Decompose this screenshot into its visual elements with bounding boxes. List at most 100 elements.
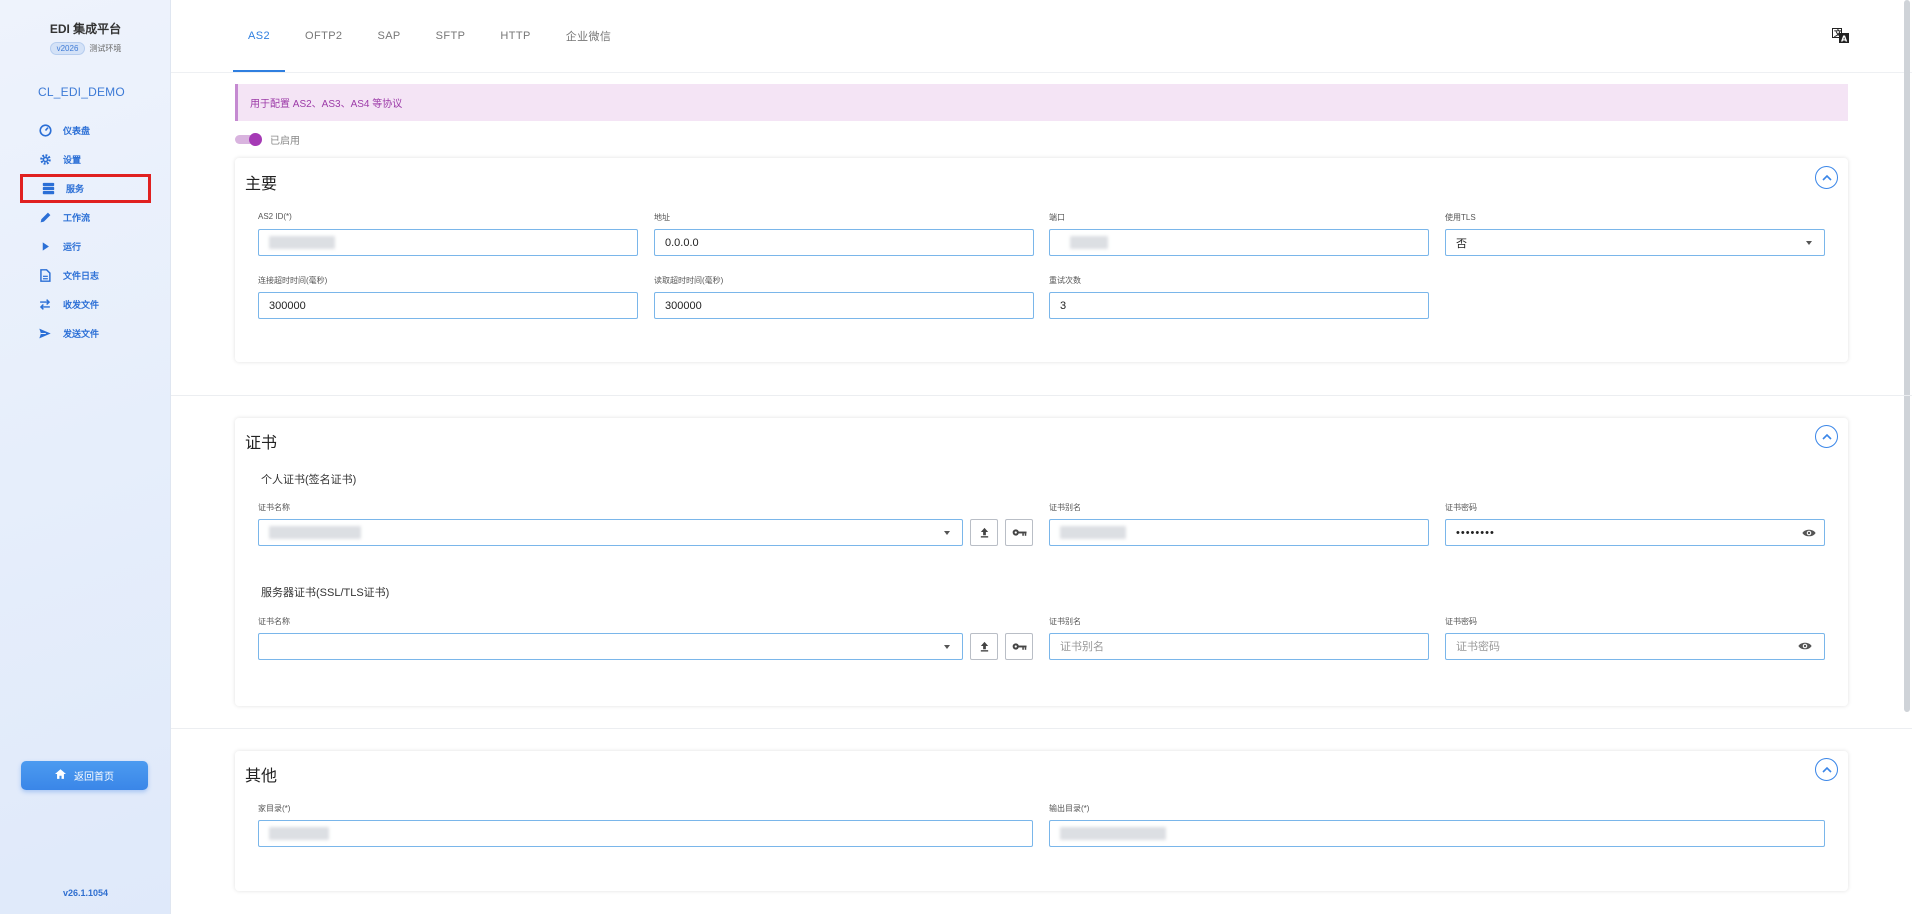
key-personal-cert-button[interactable] bbox=[1005, 519, 1033, 546]
personal-cert-alias-label: 证书别名 bbox=[1049, 503, 1081, 512]
collapse-cert-button[interactable] bbox=[1815, 425, 1838, 448]
sidebar-item-services[interactable]: 服务 bbox=[20, 174, 151, 203]
section-divider bbox=[171, 728, 1912, 729]
sidebar-item-label: 设置 bbox=[63, 155, 82, 165]
send-icon bbox=[38, 327, 52, 341]
server-cert-password-label: 证书密码 bbox=[1445, 617, 1477, 626]
brand-subtitle: v2026 测试环境 bbox=[0, 42, 171, 55]
sidebar: EDI 集成平台 v2026 测试环境 CL_EDI_DEMO 仪表盘 设置 服… bbox=[0, 0, 171, 914]
personal-cert-password-label: 证书密码 bbox=[1445, 503, 1477, 512]
personal-cert-password-value: •••••••• bbox=[1456, 526, 1495, 539]
tab-http[interactable]: HTTP bbox=[485, 0, 545, 72]
personal-cert-title: 个人证书(签名证书) bbox=[261, 474, 357, 486]
server-cert-alias-input[interactable] bbox=[1049, 633, 1429, 660]
svg-text:A: A bbox=[1841, 35, 1848, 44]
read-timeout-input[interactable]: 300000 bbox=[654, 292, 1034, 319]
use-tls-value: 否 bbox=[1456, 237, 1467, 250]
sidebar-item-label: 收发文件 bbox=[63, 300, 100, 310]
personal-cert-name-select[interactable] bbox=[258, 519, 963, 546]
sidebar-item-label: 工作流 bbox=[63, 213, 91, 223]
address-label: 地址 bbox=[654, 213, 670, 222]
personal-cert-name-label: 证书名称 bbox=[258, 503, 290, 512]
cert-section-title: 证书 bbox=[245, 435, 278, 452]
sidebar-item-file-logs[interactable]: 文件日志 bbox=[20, 261, 151, 290]
personal-cert-password-input[interactable]: •••••••• bbox=[1445, 519, 1825, 546]
back-home-label: 返回首页 bbox=[74, 772, 114, 783]
connect-timeout-label: 连接超时时间(毫秒) bbox=[258, 276, 328, 285]
environment-label: 测试环境 bbox=[89, 44, 122, 53]
upload-personal-cert-button[interactable] bbox=[970, 519, 998, 546]
swap-icon bbox=[38, 298, 52, 312]
port-input[interactable] bbox=[1049, 229, 1429, 256]
tenant-name: CL_EDI_DEMO bbox=[38, 85, 125, 99]
tab-sap[interactable]: SAP bbox=[362, 0, 415, 72]
other-settings-card: 其他 家目录(*) 输出目录(*) bbox=[235, 751, 1848, 891]
tab-wecom[interactable]: 企业微信 bbox=[551, 0, 627, 72]
output-dir-input[interactable] bbox=[1049, 820, 1825, 847]
enabled-toggle[interactable] bbox=[235, 133, 262, 146]
read-timeout-label: 读取超时时间(毫秒) bbox=[654, 276, 724, 285]
eye-icon bbox=[1798, 642, 1812, 650]
sidebar-item-transfer-files[interactable]: 收发文件 bbox=[20, 290, 151, 319]
upload-icon bbox=[980, 527, 988, 538]
chevron-down-icon bbox=[944, 531, 950, 535]
tabs-divider bbox=[171, 72, 1912, 73]
port-label: 端口 bbox=[1049, 213, 1065, 222]
scrollbar[interactable] bbox=[1904, 0, 1910, 712]
app-version: v26.1.1054 bbox=[62, 888, 109, 898]
connect-timeout-input[interactable]: 300000 bbox=[258, 292, 638, 319]
retry-count-label: 重试次数 bbox=[1049, 276, 1081, 285]
info-alert: 用于配置 AS2、AS3、AS4 等协议 bbox=[235, 84, 1848, 121]
sidebar-item-label: 仪表盘 bbox=[63, 126, 91, 136]
enabled-toggle-label: 已启用 bbox=[270, 136, 300, 147]
retry-count-input[interactable]: 3 bbox=[1049, 292, 1429, 319]
collapse-other-button[interactable] bbox=[1815, 758, 1838, 781]
upload-server-cert-button[interactable] bbox=[970, 633, 998, 660]
translate-icon[interactable]: 文 A bbox=[1832, 28, 1850, 44]
chevron-up-icon bbox=[1821, 174, 1832, 181]
eye-icon bbox=[1802, 529, 1816, 537]
home-icon bbox=[55, 769, 66, 782]
use-tls-label: 使用TLS bbox=[1445, 213, 1476, 222]
personal-cert-alias-input[interactable] bbox=[1049, 519, 1429, 546]
output-dir-label: 输出目录(*) bbox=[1049, 804, 1090, 813]
other-section-title: 其他 bbox=[245, 768, 278, 785]
back-home-button[interactable]: 返回首页 bbox=[21, 761, 148, 790]
sidebar-item-dashboard[interactable]: 仪表盘 bbox=[20, 116, 151, 145]
key-icon bbox=[1012, 643, 1027, 650]
brand: EDI 集成平台 v2026 测试环境 bbox=[0, 20, 171, 55]
document-icon bbox=[38, 269, 52, 283]
sidebar-item-send-files[interactable]: 发送文件 bbox=[20, 319, 151, 348]
sidebar-item-label: 发送文件 bbox=[63, 329, 100, 339]
enabled-toggle-row: 已启用 bbox=[235, 132, 300, 147]
collapse-main-button[interactable] bbox=[1815, 166, 1838, 189]
tab-as2[interactable]: AS2 bbox=[233, 0, 285, 72]
as2-id-label: AS2 ID(*) bbox=[258, 212, 292, 221]
home-dir-input[interactable] bbox=[258, 820, 1033, 847]
pencil-icon bbox=[38, 211, 52, 225]
section-divider bbox=[171, 395, 1912, 396]
sidebar-item-label: 运行 bbox=[63, 242, 82, 252]
tab-sftp[interactable]: SFTP bbox=[421, 0, 481, 72]
certificate-card: 证书 个人证书(签名证书) 证书名称 证书别名 证书密码 •••••••• 服务… bbox=[235, 418, 1848, 706]
key-server-cert-button[interactable] bbox=[1005, 633, 1033, 660]
protocol-tabs: AS2 OFTP2 SAP SFTP HTTP 企业微信 bbox=[233, 0, 631, 72]
sidebar-item-workflow[interactable]: 工作流 bbox=[20, 203, 151, 232]
chevron-up-icon bbox=[1821, 433, 1832, 440]
dashboard-icon bbox=[38, 124, 52, 138]
address-input[interactable]: 0.0.0.0 bbox=[654, 229, 1034, 256]
use-tls-select[interactable]: 否 bbox=[1445, 229, 1825, 256]
main-section-title: 主要 bbox=[245, 176, 278, 193]
tab-oftp2[interactable]: OFTP2 bbox=[290, 0, 357, 72]
sidebar-item-settings[interactable]: 设置 bbox=[20, 145, 151, 174]
server-cert-name-label: 证书名称 bbox=[258, 617, 290, 626]
gear-icon bbox=[38, 153, 52, 167]
as2-id-input[interactable] bbox=[258, 229, 638, 256]
chevron-up-icon bbox=[1821, 766, 1832, 773]
server-cert-name-select[interactable] bbox=[258, 633, 963, 660]
main-content: AS2 OFTP2 SAP SFTP HTTP 企业微信 文 A 用于配置 AS… bbox=[171, 0, 1912, 914]
upload-icon bbox=[980, 641, 988, 652]
sidebar-item-run[interactable]: 运行 bbox=[20, 232, 151, 261]
chevron-down-icon bbox=[1806, 241, 1812, 245]
server-cert-password-input[interactable] bbox=[1445, 633, 1825, 660]
